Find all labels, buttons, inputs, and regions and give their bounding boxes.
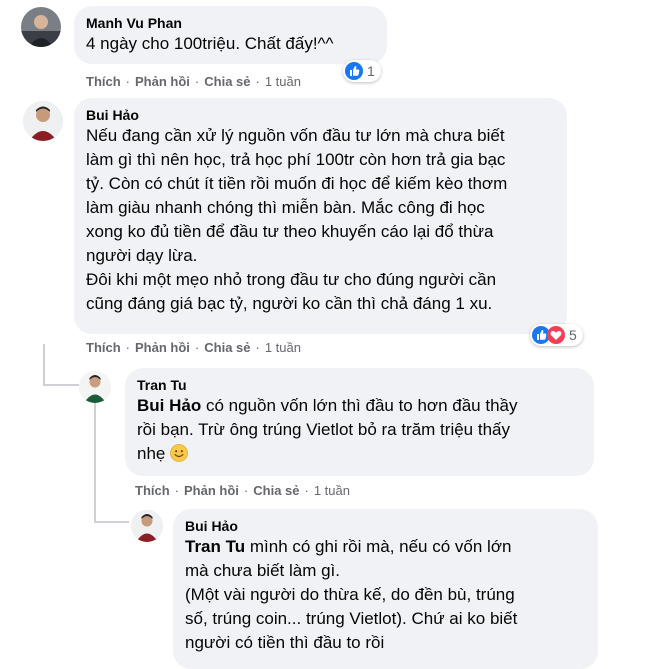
share-button[interactable]: Chia sẻ: [204, 340, 250, 355]
thread-line-nested-curve: [94, 521, 129, 523]
comment-text: Nếu đang cần xử lý nguồn vốn đầu tư lớn …: [86, 126, 508, 313]
like-icon: [345, 62, 363, 80]
avatar[interactable]: [79, 371, 111, 403]
share-button[interactable]: Chia sẻ: [253, 483, 299, 498]
comment-author[interactable]: Manh Vu Phan: [86, 14, 375, 32]
reply-button[interactable]: Phản hồi: [184, 483, 239, 498]
reply-button[interactable]: Phản hồi: [135, 340, 190, 355]
comment-actions: Thích · Phản hồi · Chia sẻ · 1 tuần: [86, 340, 301, 355]
reaction-count: 1: [367, 63, 375, 79]
reaction-count: 5: [569, 327, 577, 343]
like-button[interactable]: Thích: [86, 74, 121, 89]
avatar[interactable]: [23, 101, 63, 141]
thread-line-nested: [94, 403, 96, 523]
reply-text: Tran Tu mình có ghi rồi mà, nếu có vốn l…: [185, 537, 518, 652]
thread-line: [43, 344, 45, 386]
reply-author[interactable]: Tran Tu: [137, 376, 582, 394]
reply-bubble: Tran Tu Bui Hảo có nguồn vốn lớn thì đầu…: [125, 368, 594, 476]
comment-bubble: Manh Vu Phan 4 ngày cho 100triệu. Chất đ…: [74, 6, 387, 64]
like-button[interactable]: Thích: [135, 483, 170, 498]
reaction-summary[interactable]: 5: [530, 324, 583, 346]
comment-text: 4 ngày cho 100triệu. Chất đấy!^^: [86, 34, 334, 53]
thread-line-curve: [43, 384, 79, 386]
reply-actions: Thích · Phản hồi · Chia sẻ · 1 tuần: [135, 483, 350, 498]
avatar[interactable]: [131, 510, 163, 542]
mention-link[interactable]: Bui Hảo: [137, 396, 201, 415]
reply-button[interactable]: Phản hồi: [135, 74, 190, 89]
reaction-summary[interactable]: 1: [343, 60, 381, 82]
comment-bubble: Bui Hảo Nếu đang cần xử lý nguồn vốn đầu…: [74, 98, 567, 334]
reply-text: Bui Hảo có nguồn vốn lớn thì đầu to hơn …: [137, 396, 518, 463]
timestamp[interactable]: 1 tuần: [265, 74, 301, 89]
avatar[interactable]: [21, 7, 61, 47]
reply-bubble: Bui Hảo Tran Tu mình có ghi rồi mà, nếu …: [173, 509, 598, 669]
comment-author[interactable]: Bui Hảo: [86, 106, 555, 124]
timestamp[interactable]: 1 tuần: [314, 483, 350, 498]
love-icon: [547, 326, 565, 344]
smile-emoji: [170, 444, 188, 462]
timestamp[interactable]: 1 tuần: [265, 340, 301, 355]
like-button[interactable]: Thích: [86, 340, 121, 355]
share-button[interactable]: Chia sẻ: [204, 74, 250, 89]
reply-author[interactable]: Bui Hảo: [185, 517, 586, 535]
comment-actions: Thích · Phản hồi · Chia sẻ · 1 tuần: [86, 74, 301, 89]
mention-link[interactable]: Tran Tu: [185, 537, 245, 556]
